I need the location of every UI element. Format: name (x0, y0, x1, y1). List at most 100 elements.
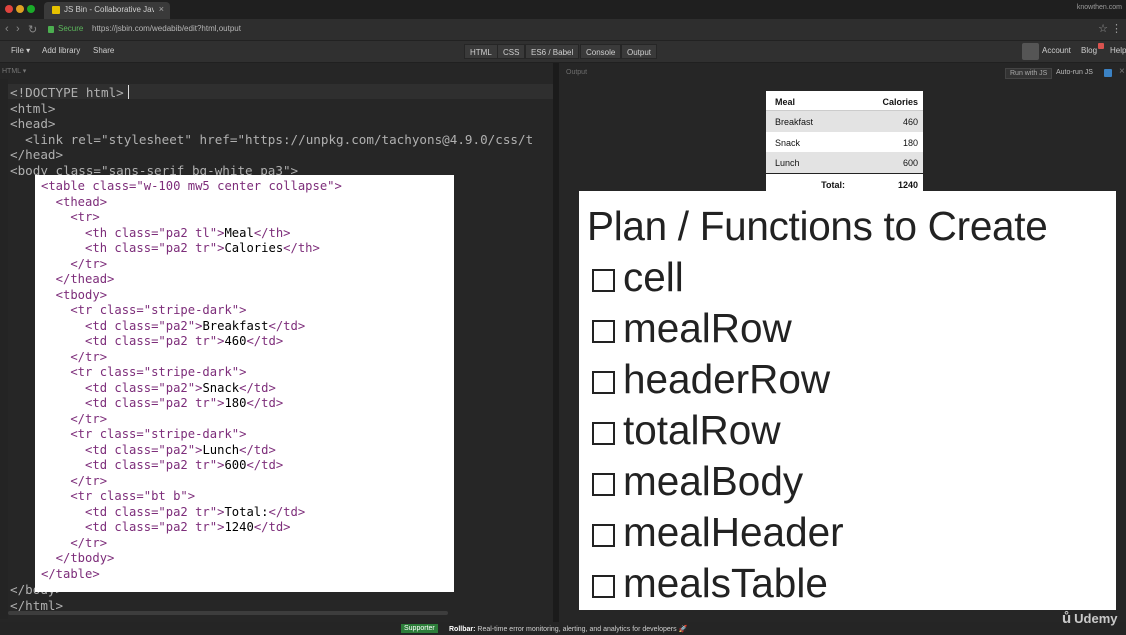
editor-horizontal-scrollbar[interactable] (8, 611, 448, 615)
unchecked-checkbox-icon (592, 473, 615, 496)
table-row: Lunch 600 (766, 152, 923, 173)
plan-overlay-card: Plan / Functions to Create cell mealRow he… (579, 191, 1116, 610)
close-window-button[interactable] (5, 5, 13, 13)
code-attributes: class="pa2"> (107, 442, 203, 457)
browser-tab[interactable]: JS Bin - Collaborative JavaScr… × (44, 2, 170, 19)
auto-run-js-label: Auto-run JS (1056, 69, 1093, 76)
code-line: <td class="pa2 tr">180</td> (41, 396, 283, 410)
code-tag: <td (41, 520, 108, 534)
code-closing-tag: </td> (239, 442, 276, 457)
tab-es6-babel[interactable]: ES6 / Babel (525, 44, 580, 59)
account-link[interactable]: Account (1042, 46, 1071, 55)
help-link[interactable]: Help (1110, 46, 1126, 55)
add-library-button[interactable]: Add library (42, 46, 80, 55)
code-tag: <th (41, 225, 108, 240)
udemy-logo-icon: ů (1062, 610, 1072, 627)
code-line: <td class="pa2">Breakfast</td> (41, 319, 305, 333)
browser-menu-icon[interactable]: ⋮ (1111, 22, 1122, 35)
code-tag: </table> (41, 566, 100, 581)
tab-console[interactable]: Console (580, 44, 622, 59)
rollbar-ad[interactable]: Rollbar: Real-time error monitoring, ale… (449, 625, 687, 633)
minimize-window-button[interactable] (16, 5, 24, 13)
tab-css[interactable]: CSS (497, 44, 526, 59)
code-text: 180 (224, 396, 247, 410)
code-text: 600 (224, 458, 247, 472)
code-line: <thead> (41, 195, 107, 209)
code-line: <td class="pa2">Lunch</td> (41, 443, 276, 457)
code-tag: <tr (41, 303, 93, 317)
code-line: <td class="pa2">Snack</td> (41, 381, 276, 395)
code-line: <tr class="bt b"> (41, 489, 195, 503)
code-closing-tag: </th> (283, 241, 320, 255)
unchecked-checkbox-icon (592, 320, 615, 343)
unchecked-checkbox-icon (592, 269, 615, 292)
code-tag: <td (41, 380, 108, 395)
forward-icon[interactable]: › (16, 23, 20, 35)
code-tag: <td (41, 504, 108, 519)
editor-language-label[interactable]: HTML ▾ (0, 63, 28, 79)
close-output-icon[interactable]: × (1119, 66, 1125, 77)
run-with-js-button[interactable]: Run with JS (1005, 68, 1053, 79)
browser-profile-name[interactable]: knowthen.com (1077, 4, 1122, 11)
footer-bar: Supporter Rollbar: Real-time error monit… (0, 622, 1126, 635)
code-closing-tag: </td> (246, 458, 284, 472)
code-line: <tr> (41, 210, 100, 224)
code-text: Calories (224, 241, 284, 255)
tab-html[interactable]: HTML (464, 44, 498, 59)
code-tag: </tbody> (41, 551, 115, 565)
total-row: Total: 1240 (766, 172, 923, 193)
code-line: </tr> (41, 474, 107, 488)
code-line: <tr class="stripe-dark"> (41, 427, 246, 441)
url-field[interactable]: https://jsbin.com/wedabib/edit?html,outp… (92, 24, 241, 33)
code-line: </thead> (41, 272, 115, 286)
code-line: <table class="w-100 mw5 center collapse"… (41, 179, 342, 193)
share-button[interactable]: Share (93, 46, 114, 55)
code-tag: <td (41, 334, 108, 348)
code-attributes: class="pa2 tr"> (107, 396, 225, 410)
code-tag: <td (41, 442, 108, 457)
tab-title: JS Bin - Collaborative JavaScr… (64, 5, 154, 14)
udemy-brand: Udemy (1074, 611, 1118, 626)
output-label: Output (566, 69, 588, 76)
file-menu[interactable]: File ▾ (11, 46, 30, 55)
back-icon[interactable]: ‹ (5, 23, 9, 35)
code-line: <tr class="stripe-dark"> (41, 365, 246, 379)
code-line: </tbody> (41, 551, 115, 565)
code-line: <td class="pa2 tr">600</td> (41, 458, 283, 472)
total-value: 1240 (897, 179, 918, 190)
bookmark-star-icon[interactable]: ☆ (1098, 22, 1108, 35)
code-tag: <tr> (41, 210, 100, 224)
plan-item-label: mealsTable (623, 560, 828, 606)
auto-run-js-checkbox[interactable] (1104, 69, 1112, 77)
code-tag: <tr (41, 427, 93, 441)
code-text: Snack (202, 380, 240, 395)
calories-cell: 180 (902, 137, 918, 148)
address-bar: ‹ › ↻ Secure https://jsbin.com/wedabib/e… (0, 19, 1126, 41)
avatar[interactable] (1022, 43, 1039, 60)
jsbin-toolbar: File ▾ Add library Share HTML CSS ES6 / … (0, 41, 1126, 63)
code-attributes: class="pa2 tr"> (107, 458, 225, 472)
tab-output[interactable]: Output (621, 44, 658, 59)
reload-icon[interactable]: ↻ (28, 23, 37, 36)
maximize-window-button[interactable] (27, 5, 35, 13)
code-tag: <table (41, 179, 86, 193)
blog-link[interactable]: Blog (1081, 46, 1097, 55)
code-attributes: class="pa2 tl"> (107, 225, 225, 240)
meal-table: Meal Calories Breakfast 460 Snack 180 Lu… (766, 91, 923, 193)
code-attributes: class="stripe-dark"> (92, 365, 247, 379)
code-closing-tag: </td> (268, 504, 306, 519)
code-line: </head> (10, 147, 64, 162)
supporter-badge[interactable]: Supporter (401, 624, 438, 633)
code-line: </table> (41, 567, 100, 581)
code-line: <th class="pa2 tl">Meal</th> (41, 225, 290, 240)
code-closing-tag: </td> (239, 380, 276, 395)
code-attributes: class="pa2"> (107, 318, 203, 333)
code-closing-tag: </td> (246, 334, 284, 348)
code-line: <tr class="stripe-dark"> (41, 303, 246, 317)
tab-close-icon[interactable]: × (159, 4, 164, 14)
code-tag: </thead> (41, 272, 115, 286)
code-tag: </tr> (41, 256, 108, 271)
secure-label: Secure (58, 24, 84, 33)
code-tag: <tr (41, 365, 93, 379)
code-attributes: class="w-100 mw5 center collapse"> (85, 179, 342, 193)
